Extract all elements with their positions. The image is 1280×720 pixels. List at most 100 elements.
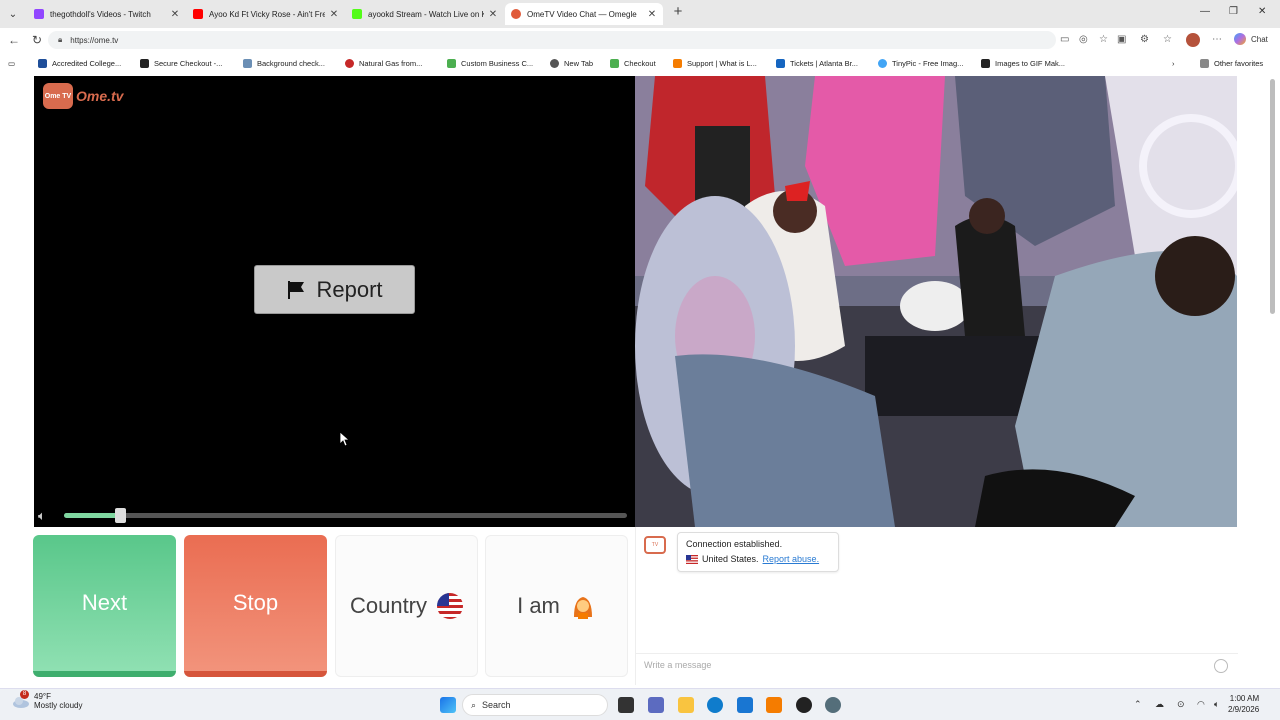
next-button[interactable]: Next	[33, 535, 176, 677]
split-screen-icon[interactable]: ▭	[1060, 34, 1069, 45]
file-explorer-icon[interactable]	[678, 697, 694, 713]
message-input[interactable]: Write a message	[636, 653, 1238, 677]
stranger-video	[635, 76, 1237, 527]
report-abuse-link[interactable]: Report abuse.	[763, 554, 820, 564]
more-icon[interactable]: ⋯	[1212, 34, 1222, 45]
bookmark-icon	[981, 59, 990, 68]
edge-icon[interactable]	[707, 697, 723, 713]
bookmark-icon	[878, 59, 887, 68]
bookmark-label: Tickets | Atlanta Br...	[790, 59, 858, 68]
maximize-icon[interactable]: ❐	[1229, 6, 1238, 17]
mouse-cursor-icon	[340, 432, 350, 446]
app-icon[interactable]	[796, 697, 812, 713]
tab-youtube[interactable]: Ayoo Kd Ft Vicky Rose - Ain't Free ✕	[187, 3, 345, 25]
chevron-right-icon[interactable]: ›	[1172, 59, 1175, 68]
speaker-icon[interactable]: 🔈︎	[38, 508, 46, 524]
emoji-icon[interactable]	[1214, 659, 1228, 673]
favorite-star-icon[interactable]: ☆	[1099, 34, 1108, 45]
collections-icon[interactable]: ▭	[8, 59, 15, 68]
volume-icon[interactable]: 🔈︎	[1214, 699, 1219, 710]
report-label: Report	[316, 276, 383, 302]
scrollbar-thumb[interactable]	[1270, 79, 1275, 314]
bookmark-icon	[776, 59, 785, 68]
volume-handle[interactable]	[115, 508, 127, 523]
bookmark[interactable]: Secure Checkout -...	[140, 59, 222, 68]
task-view-icon[interactable]	[618, 697, 634, 713]
windows-start-icon[interactable]	[440, 697, 456, 713]
close-window-icon[interactable]: ✕	[1258, 6, 1266, 17]
url-field[interactable]: 🔒︎ https://ome.tv	[48, 31, 1056, 49]
bookmark[interactable]: Tickets | Atlanta Br...	[776, 59, 858, 68]
country-button[interactable]: Country	[335, 535, 478, 677]
bookmark[interactable]: Background check...	[243, 59, 325, 68]
refresh-icon[interactable]: ↻	[32, 33, 42, 47]
close-icon[interactable]: ✕	[488, 9, 498, 20]
tab-ometv[interactable]: OmeTV Video Chat — Omegle ✕	[505, 3, 663, 25]
bookmark[interactable]: Natural Gas from...	[345, 59, 422, 68]
gender-button[interactable]: I am	[485, 535, 628, 677]
bookmark[interactable]: Checkout	[610, 59, 656, 68]
tab-kick[interactable]: ayookd Stream - Watch Live on Kick ✕	[346, 3, 504, 25]
minimize-icon[interactable]: —	[1200, 6, 1210, 17]
stranger-country: United States.	[702, 554, 759, 564]
ometv-logo[interactable]: Ome TV Ome.tv	[43, 83, 123, 109]
other-favorites-label: Other favorites	[1214, 59, 1264, 68]
volume-slider[interactable]	[64, 508, 627, 523]
connection-status: Connection established.	[686, 539, 783, 549]
close-icon[interactable]: ✕	[329, 9, 339, 20]
close-icon[interactable]: ✕	[170, 9, 180, 20]
kick-icon	[352, 9, 362, 19]
tab-strip: ⌄ thegothdoll's Videos - Twitch ✕ Ayoo K…	[0, 0, 1280, 28]
new-tab-button[interactable]: +	[670, 4, 686, 21]
ometv-page: Ome TV Ome.tv Report 🔈︎ Next Stop Countr…	[0, 75, 1280, 685]
bookmark-icon	[140, 59, 149, 68]
back-icon[interactable]: ←	[8, 33, 20, 47]
bookmark[interactable]: TinyPic - Free Imag...	[878, 59, 963, 68]
app-icon[interactable]	[766, 697, 782, 713]
store-icon[interactable]	[737, 697, 753, 713]
clock[interactable]: 1:00 AM 2/9/2026	[1228, 693, 1259, 715]
wifi-icon[interactable]: ◠	[1197, 699, 1205, 710]
bookmark-icon	[243, 59, 252, 68]
tab-title: Ayoo Kd Ft Vicky Rose - Ain't Free	[209, 9, 325, 19]
bookmark-label: Images to GIF Mak...	[995, 59, 1066, 68]
bookmark[interactable]: Custom Business C...	[447, 59, 533, 68]
tab-title: ayookd Stream - Watch Live on Kick	[368, 9, 484, 19]
stop-button[interactable]: Stop	[184, 535, 327, 677]
bookmark-icon	[345, 59, 354, 68]
bookmark-label: New Tab	[564, 59, 594, 68]
system-message: Connection established. United States. R…	[677, 532, 839, 572]
report-button[interactable]: Report	[254, 265, 415, 314]
country-label: Country	[349, 593, 428, 618]
tracking-icon[interactable]: ◎	[1079, 34, 1088, 45]
self-video: Ome TV Ome.tv Report 🔈︎	[34, 76, 635, 527]
copilot-icon	[1234, 33, 1246, 45]
bookmark[interactable]: Accredited College...	[38, 59, 121, 68]
iam-label: I am	[517, 593, 560, 618]
tab-actions-button[interactable]: ⌄	[4, 5, 22, 23]
cloud-sync-icon[interactable]: ☁︎	[1155, 699, 1164, 710]
copilot-button[interactable]: Chat	[1234, 33, 1268, 45]
tab-twitch[interactable]: thegothdoll's Videos - Twitch ✕	[28, 3, 186, 25]
bookmark[interactable]: New Tab	[550, 59, 593, 68]
favorites-icon[interactable]: ☆	[1163, 34, 1172, 45]
teams-icon[interactable]	[648, 697, 664, 713]
close-icon[interactable]: ✕	[647, 9, 657, 20]
settings-icon[interactable]	[825, 697, 841, 713]
search-label: Search	[482, 700, 511, 710]
taskbar-search[interactable]: ⌕ Search	[462, 694, 608, 716]
page-scrollbar[interactable]	[1268, 75, 1278, 685]
bookmark-label: Accredited College...	[52, 59, 122, 68]
profile-avatar[interactable]	[1186, 33, 1200, 47]
location-icon[interactable]: ⊙	[1177, 699, 1185, 710]
video-icon[interactable]: ▣	[1117, 34, 1126, 45]
other-favorites[interactable]: Other favorites	[1200, 59, 1263, 68]
bookmark[interactable]: Support | What is L...	[673, 59, 757, 68]
bookmark-icon	[447, 59, 456, 68]
twitch-icon	[34, 9, 44, 19]
bookmark[interactable]: Images to GIF Mak...	[981, 59, 1065, 68]
bookmark-label: Background check...	[257, 59, 325, 68]
extensions-icon[interactable]: ⚙	[1140, 34, 1149, 45]
chevron-up-icon[interactable]: ⌃	[1134, 699, 1142, 710]
weather-widget[interactable]: 8 49°F Mostly cloudy	[12, 690, 82, 710]
